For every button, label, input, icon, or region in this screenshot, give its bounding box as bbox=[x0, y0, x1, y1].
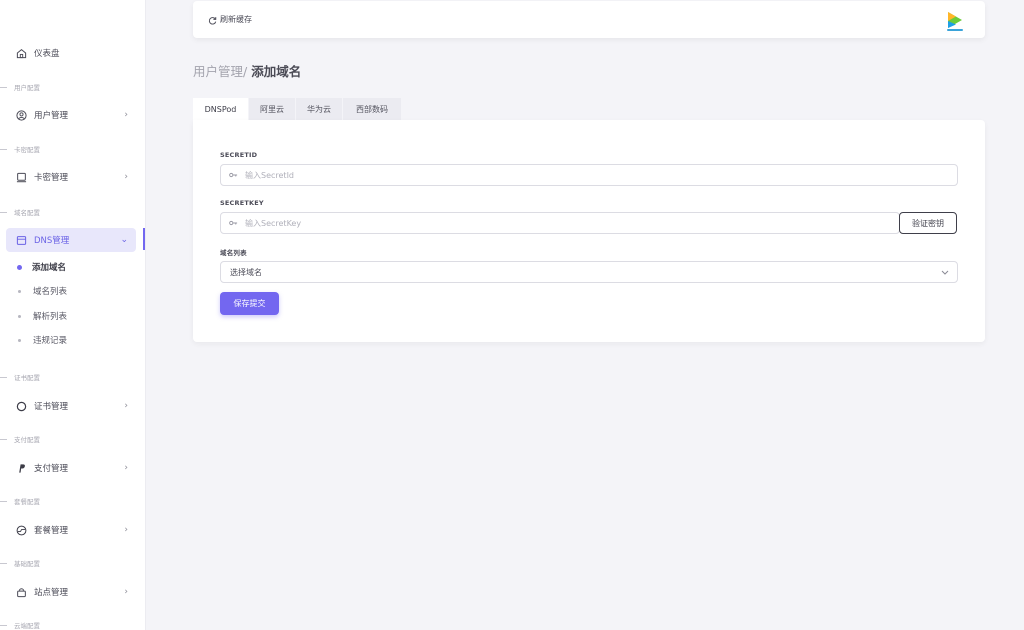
section-header: 基础配置 bbox=[0, 557, 40, 569]
page-title: 添加域名 bbox=[251, 64, 302, 79]
section-header: 卡密配置 bbox=[0, 143, 40, 155]
sidebar-item-site-management[interactable]: 站点管理 › bbox=[6, 580, 136, 604]
domain-select[interactable]: 选择域名 bbox=[220, 261, 958, 283]
sidebar-item-label: 站点管理 bbox=[34, 588, 69, 598]
sidebar-item-label: 用户管理 bbox=[34, 111, 69, 121]
subitem-label: 添加域名 bbox=[32, 263, 67, 273]
verify-key-button[interactable]: 验证密钥 bbox=[899, 212, 957, 234]
card-icon bbox=[16, 172, 27, 183]
key-icon bbox=[229, 220, 239, 226]
key-icon bbox=[229, 172, 239, 178]
user-circle-icon bbox=[16, 109, 27, 121]
secretid-input[interactable]: 输入SecretId bbox=[220, 164, 958, 186]
section-header: 云端配置 bbox=[0, 619, 40, 630]
dns-icon bbox=[16, 235, 27, 246]
package-icon bbox=[16, 525, 27, 536]
chevron-down-icon bbox=[941, 270, 949, 275]
secretkey-placeholder: 输入SecretKey bbox=[245, 218, 302, 228]
sidebar-item-label: 证书管理 bbox=[34, 402, 69, 412]
provider-tabs: DNSPod 阿里云 华为云 西部数码 bbox=[193, 98, 402, 120]
sidebar-subitem-domain-list[interactable]: 域名列表 bbox=[18, 282, 67, 300]
chevron-right-icon: › bbox=[124, 401, 128, 411]
secretid-label: SECRETID bbox=[220, 151, 258, 159]
app-logo[interactable] bbox=[945, 10, 965, 32]
section-header: 域名配置 bbox=[0, 206, 40, 218]
sidebar-item-dashboard[interactable]: 仪表盘 bbox=[6, 41, 136, 65]
tab-dnspod[interactable]: DNSPod bbox=[193, 98, 248, 120]
section-header: 支付配置 bbox=[0, 433, 40, 445]
domain-list-label: 域名列表 bbox=[220, 249, 247, 257]
breadcrumb: 用户管理/ 添加域名 bbox=[193, 61, 301, 80]
sidebar-item-user-management[interactable]: 用户管理 › bbox=[6, 103, 136, 127]
secretkey-input[interactable]: 输入SecretKey bbox=[220, 212, 900, 234]
tab-aliyun[interactable]: 阿里云 bbox=[249, 98, 295, 120]
sidebar-item-package-management[interactable]: 套餐管理 › bbox=[6, 518, 136, 542]
chevron-right-icon: › bbox=[124, 172, 128, 182]
add-domain-form: SECRETID 输入SecretId SECRETKEY 输入SecretKe… bbox=[193, 120, 985, 342]
subitem-label: 解析列表 bbox=[33, 312, 68, 322]
sidebar-item-label: 支付管理 bbox=[34, 464, 69, 474]
sidebar-subitem-resolve-list[interactable]: 解析列表 bbox=[18, 307, 67, 325]
section-header: 用户配置 bbox=[0, 81, 40, 93]
active-indicator bbox=[143, 228, 145, 250]
sidebar-item-label: 仪表盘 bbox=[34, 49, 60, 59]
sidebar-item-label: DNS管理 bbox=[34, 236, 70, 246]
refresh-label: 刷新缓存 bbox=[220, 15, 252, 24]
domain-select-value: 选择域名 bbox=[230, 267, 262, 277]
sidebar-subitem-violation-records[interactable]: 违规记录 bbox=[18, 331, 67, 349]
save-submit-button[interactable]: 保存提交 bbox=[220, 292, 279, 315]
paypal-icon bbox=[16, 463, 27, 474]
subitem-label: 违规记录 bbox=[33, 336, 68, 346]
breadcrumb-parent[interactable]: 用户管理/ bbox=[193, 64, 251, 79]
chevron-right-icon: › bbox=[124, 525, 128, 535]
refresh-cache-button[interactable]: 刷新缓存 bbox=[208, 10, 252, 29]
sidebar-item-certificate-management[interactable]: 证书管理 › bbox=[6, 394, 136, 418]
section-header: 套餐配置 bbox=[0, 495, 40, 507]
section-header: 证书配置 bbox=[0, 371, 40, 383]
bag-icon bbox=[16, 587, 27, 598]
refresh-icon bbox=[208, 10, 217, 29]
home-icon bbox=[16, 48, 27, 59]
chevron-right-icon: › bbox=[124, 463, 128, 473]
secretkey-label: SECRETKEY bbox=[220, 199, 264, 207]
top-bar: 刷新缓存 bbox=[193, 1, 985, 38]
certificate-icon bbox=[16, 401, 27, 412]
sidebar-item-dns-management[interactable]: DNS管理 ⌄ bbox=[6, 228, 136, 252]
sidebar-item-label: 卡密管理 bbox=[34, 173, 69, 183]
chevron-right-icon: › bbox=[124, 110, 128, 120]
sidebar: 仪表盘 用户配置 用户管理 › 卡密配置 卡密管理 › 域名配置 DNS管理 ⌄… bbox=[0, 0, 146, 630]
chevron-down-icon: ⌄ bbox=[120, 235, 128, 245]
chevron-right-icon: › bbox=[124, 587, 128, 597]
sidebar-subitem-add-domain[interactable]: 添加域名 bbox=[17, 258, 67, 276]
sidebar-item-payment-management[interactable]: 支付管理 › bbox=[6, 456, 136, 480]
sidebar-item-card-management[interactable]: 卡密管理 › bbox=[6, 165, 136, 189]
secretid-placeholder: 输入SecretId bbox=[245, 170, 295, 180]
subitem-label: 域名列表 bbox=[33, 287, 68, 297]
tab-huaweicloud[interactable]: 华为云 bbox=[296, 98, 342, 120]
tab-west-digital[interactable]: 西部数码 bbox=[343, 98, 401, 120]
sidebar-item-label: 套餐管理 bbox=[34, 526, 69, 536]
